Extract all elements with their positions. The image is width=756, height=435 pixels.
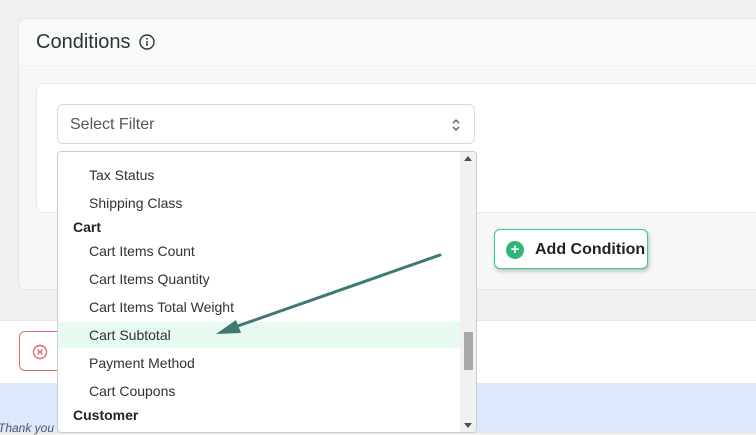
dropdown-scrollbar[interactable] (460, 152, 476, 432)
scroll-up-arrow-icon[interactable] (464, 156, 472, 161)
option-cart-items-count[interactable]: Cart Items Count (58, 238, 461, 264)
option-cart-items-quantity[interactable]: Cart Items Quantity (58, 266, 461, 292)
filter-dropdown-list[interactable]: Tax Status Shipping Class Cart Cart Item… (57, 151, 477, 433)
filter-select[interactable]: Select Filter (57, 104, 475, 144)
panel-header: Conditions (19, 19, 756, 66)
filter-select-value: Select Filter (70, 116, 155, 133)
add-condition-label: Add Condition (535, 241, 646, 258)
group-cart: Cart (73, 219, 102, 235)
scroll-thumb[interactable] (464, 332, 473, 370)
plus-circle-icon: + (506, 241, 524, 259)
chevron-updown-icon (452, 119, 460, 131)
option-payment-method[interactable]: Payment Method (58, 350, 461, 376)
option-cart-items-total-weight[interactable]: Cart Items Total Weight (58, 294, 461, 320)
option-cart-subtotal[interactable]: Cart Subtotal (58, 322, 461, 348)
info-icon[interactable] (139, 34, 155, 50)
x-circle-icon (32, 344, 48, 360)
option-cart-coupons[interactable]: Cart Coupons (58, 378, 461, 404)
scroll-down-arrow-icon[interactable] (464, 423, 472, 428)
group-customer: Customer (73, 407, 139, 423)
add-condition-button[interactable]: + Add Condition (494, 229, 648, 269)
option-tax-status[interactable]: Tax Status (58, 162, 461, 188)
panel-title: Conditions (36, 31, 131, 53)
option-shipping-class[interactable]: Shipping Class (58, 190, 461, 216)
